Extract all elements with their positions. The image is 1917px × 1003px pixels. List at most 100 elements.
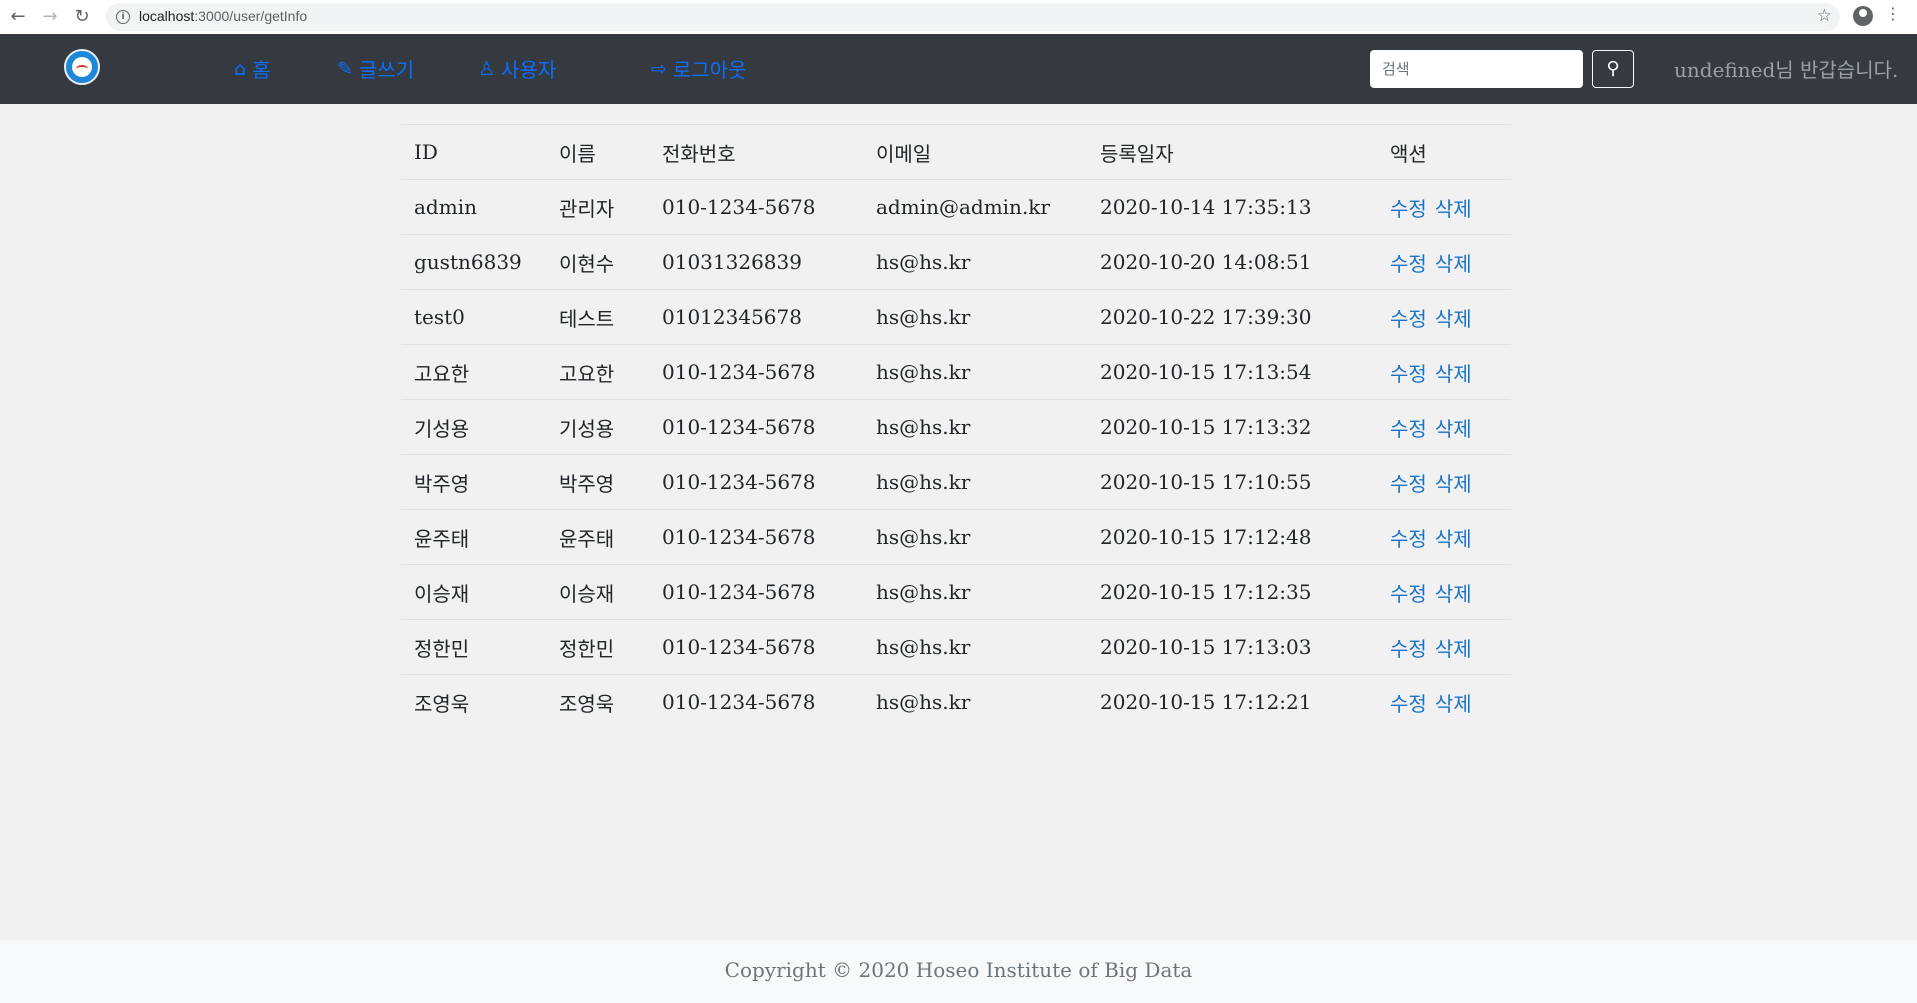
address-bar[interactable]: i localhost:3000/user/getInfo ☆ [106,3,1840,31]
cell-id: 기성용 [401,399,546,455]
edit-link[interactable]: 수정 [1390,362,1427,386]
edit-link[interactable]: 수정 [1390,307,1427,331]
cell-email: admin@admin.kr [863,179,1087,235]
cell-phone: 01031326839 [649,234,863,290]
cell-date: 2020-10-15 17:13:03 [1087,619,1377,675]
copyright-text: Copyright © 2020 Hoseo Institute of Big … [724,958,1193,982]
nav-logout-label: 로그아웃 [672,58,747,82]
delete-link[interactable]: 삭제 [1435,252,1472,276]
cell-actions: 수정 삭제 [1377,399,1511,455]
delete-link[interactable]: 삭제 [1435,472,1472,496]
cell-actions: 수정 삭제 [1377,509,1511,565]
cell-email: hs@hs.kr [863,674,1087,729]
delete-link[interactable]: 삭제 [1435,527,1472,551]
table-row: 윤주태 윤주태 010-1234-5678 hs@hs.kr 2020-10-1… [401,509,1511,565]
cell-date: 2020-10-15 17:12:35 [1087,564,1377,620]
welcome-message: undefined님 반갑습니다. [1674,58,1899,82]
cell-phone: 010-1234-5678 [649,344,863,400]
delete-link[interactable]: 삭제 [1435,307,1472,331]
table-row: 조영욱 조영욱 010-1234-5678 hs@hs.kr 2020-10-1… [401,674,1511,729]
nav-write-label: 글쓰기 [358,58,415,82]
column-header-date: 등록일자 [1087,124,1377,180]
cell-id: 박주영 [401,454,546,510]
url-text[interactable]: localhost:3000/user/getInfo [139,8,307,24]
cell-name: 관리자 [546,179,649,235]
cell-email: hs@hs.kr [863,619,1087,675]
cell-actions: 수정 삭제 [1377,619,1511,675]
cell-name: 고요한 [546,344,649,400]
cell-email: hs@hs.kr [863,454,1087,510]
cell-name: 윤주태 [546,509,649,565]
edit-link[interactable]: 수정 [1390,252,1427,276]
cell-actions: 수정 삭제 [1377,674,1511,729]
cell-name: 이현수 [546,234,649,290]
bookmark-star-icon[interactable]: ☆ [1817,6,1832,26]
nav-write-link[interactable]: ✎ 글쓰기 [337,54,414,83]
table-row: test0 테스트 01012345678 hs@hs.kr 2020-10-2… [401,289,1511,345]
search-button[interactable]: ⚲ [1592,50,1634,88]
edit-link[interactable]: 수정 [1390,472,1427,496]
cell-id: 조영욱 [401,674,546,729]
cell-name: 정한민 [546,619,649,675]
cell-phone: 010-1234-5678 [649,619,863,675]
profile-avatar-icon[interactable] [1853,6,1873,26]
nav-home-label: 홈 [252,58,271,82]
nav-logout-link[interactable]: ⇨ 로그아웃 [651,54,747,83]
cell-date: 2020-10-22 17:39:30 [1087,289,1377,345]
cell-phone: 010-1234-5678 [649,399,863,455]
search-input[interactable] [1370,50,1583,88]
edit-link[interactable]: 수정 [1390,637,1427,661]
cell-actions: 수정 삭제 [1377,454,1511,510]
cell-phone: 010-1234-5678 [649,509,863,565]
browser-menu-icon[interactable]: ⋮ [1885,4,1901,23]
cell-actions: 수정 삭제 [1377,564,1511,620]
delete-link[interactable]: 삭제 [1435,582,1472,606]
delete-link[interactable]: 삭제 [1435,692,1472,716]
edit-link[interactable]: 수정 [1390,197,1427,221]
column-header-action: 액션 [1377,124,1511,180]
delete-link[interactable]: 삭제 [1435,417,1472,441]
table-header-row: ID 이름 전화번호 이메일 등록일자 액션 [401,124,1511,180]
table-row: admin 관리자 010-1234-5678 admin@admin.kr 2… [401,179,1511,235]
cell-id: test0 [401,289,546,345]
edit-link[interactable]: 수정 [1390,692,1427,716]
forward-arrow-icon[interactable]: → [38,5,62,29]
site-info-icon[interactable]: i [116,10,130,24]
delete-link[interactable]: 삭제 [1435,362,1472,386]
delete-link[interactable]: 삭제 [1435,637,1472,661]
cell-phone: 010-1234-5678 [649,454,863,510]
cell-email: hs@hs.kr [863,344,1087,400]
cell-actions: 수정 삭제 [1377,234,1511,290]
column-header-id: ID [401,124,546,180]
table-row: 정한민 정한민 010-1234-5678 hs@hs.kr 2020-10-1… [401,619,1511,675]
edit-icon: ✎ [337,57,353,80]
edit-link[interactable]: 수정 [1390,527,1427,551]
delete-link[interactable]: 삭제 [1435,197,1472,221]
table-row: 박주영 박주영 010-1234-5678 hs@hs.kr 2020-10-1… [401,454,1511,510]
table-row: 기성용 기성용 010-1234-5678 hs@hs.kr 2020-10-1… [401,399,1511,455]
cell-id: admin [401,179,546,235]
cell-actions: 수정 삭제 [1377,344,1511,400]
back-arrow-icon[interactable]: ← [6,5,30,29]
brand-logo[interactable] [64,49,100,85]
edit-link[interactable]: 수정 [1390,582,1427,606]
edit-link[interactable]: 수정 [1390,417,1427,441]
table-row: 고요한 고요한 010-1234-5678 hs@hs.kr 2020-10-1… [401,344,1511,400]
cell-name: 박주영 [546,454,649,510]
nav-home-link[interactable]: ⌂ 홈 [234,54,270,83]
top-navbar: ⌂ 홈 ✎ 글쓰기 ♙ 사용자 ⇨ 로그아웃 ⚲ undefined님 반갑습니… [0,34,1917,104]
sign-out-icon: ⇨ [651,57,667,80]
nav-users-link[interactable]: ♙ 사용자 [478,54,556,83]
cell-actions: 수정 삭제 [1377,289,1511,345]
cell-name: 테스트 [546,289,649,345]
reload-icon[interactable]: ↻ [70,5,94,29]
cell-id: 고요한 [401,344,546,400]
cell-phone: 01012345678 [649,289,863,345]
table-row: 이승재 이승재 010-1234-5678 hs@hs.kr 2020-10-1… [401,564,1511,620]
cell-phone: 010-1234-5678 [649,564,863,620]
cell-id: gustn6839 [401,234,546,290]
table-row: gustn6839 이현수 01031326839 hs@hs.kr 2020-… [401,234,1511,290]
cell-date: 2020-10-15 17:13:54 [1087,344,1377,400]
cell-phone: 010-1234-5678 [649,674,863,729]
cell-name: 이승재 [546,564,649,620]
